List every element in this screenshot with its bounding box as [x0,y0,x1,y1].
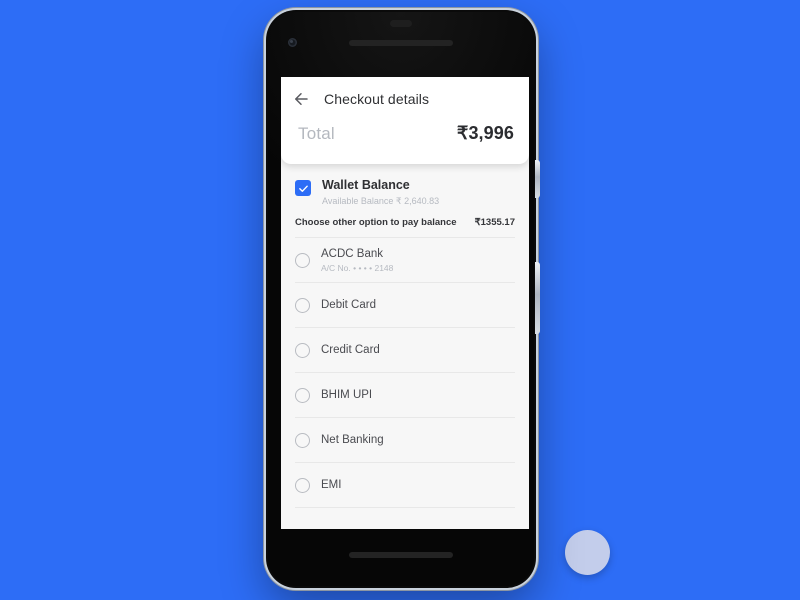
app-bar: Checkout details [281,77,529,121]
option-text-group: BHIM UPI [321,388,372,402]
wallet-balance-block: Wallet Balance Available Balance ₹ 2,640… [281,178,529,238]
payment-option-row[interactable]: Net Banking [295,418,515,463]
option-text-group: ACDC Bank A/C No. • • • • 2148 [321,247,393,273]
option-label: Debit Card [321,299,376,311]
option-label: Net Banking [321,434,384,446]
total-amount: ₹3,996 [456,123,514,143]
payment-option-row[interactable]: EMI [295,463,515,508]
floating-cursor-bubble[interactable] [565,530,610,575]
page-title: Checkout details [324,91,430,107]
payment-option-row[interactable]: BHIM UPI [295,373,515,418]
top-notch [390,20,412,27]
remaining-balance-amount: ₹1355.17 [474,217,515,228]
payment-option-row[interactable]: ACDC Bank A/C No. • • • • 2148 [295,238,515,283]
option-label: BHIM UPI [321,389,373,401]
remaining-balance-label: Choose other option to pay balance [295,217,457,228]
option-text-group: Net Banking [321,433,384,447]
earpiece-speaker [349,40,453,46]
option-label: EMI [321,479,342,491]
checkmark-icon [298,185,308,192]
option-label: Credit Card [321,344,380,356]
radio-button[interactable] [295,342,310,358]
checkout-header-card: Checkout details Total ₹3,996 [281,77,529,164]
wallet-checkbox[interactable] [295,180,311,196]
remaining-balance-row: Choose other option to pay balance ₹1355… [295,213,515,238]
payment-option-row[interactable]: Debit Card [295,283,515,328]
option-label: ACDC Bank [321,248,383,260]
total-row: Total ₹3,996 [281,121,529,164]
radio-button[interactable] [295,297,310,313]
option-text-group: Debit Card [321,298,376,312]
option-text-group: Credit Card [321,343,380,357]
wallet-text-group: Wallet Balance Available Balance ₹ 2,640… [322,178,439,207]
radio-button[interactable] [295,387,310,403]
wallet-balance-row[interactable]: Wallet Balance Available Balance ₹ 2,640… [295,178,515,213]
radio-button[interactable] [295,432,310,448]
volume-rocker-button[interactable] [535,262,540,334]
phone-device: Checkout details Total ₹3,996 Wallet Bal… [266,10,536,588]
front-camera-icon [288,38,297,47]
bottom-speaker [349,552,453,558]
radio-button[interactable] [295,477,310,493]
wallet-title: Wallet Balance [322,178,410,192]
total-label: Total [298,124,335,143]
back-arrow-icon[interactable] [292,90,310,108]
payment-methods-list: Wallet Balance Available Balance ₹ 2,640… [281,164,529,508]
option-text-group: EMI [321,478,341,492]
phone-bezel: Checkout details Total ₹3,996 Wallet Bal… [268,12,534,586]
option-sublabel: A/C No. • • • • 2148 [321,263,394,273]
wallet-available-balance: Available Balance ₹ 2,640.83 [322,196,440,206]
phone-screen: Checkout details Total ₹3,996 Wallet Bal… [281,77,529,529]
radio-button[interactable] [295,252,310,268]
payment-option-row[interactable]: Credit Card [295,328,515,373]
power-button[interactable] [535,160,540,198]
